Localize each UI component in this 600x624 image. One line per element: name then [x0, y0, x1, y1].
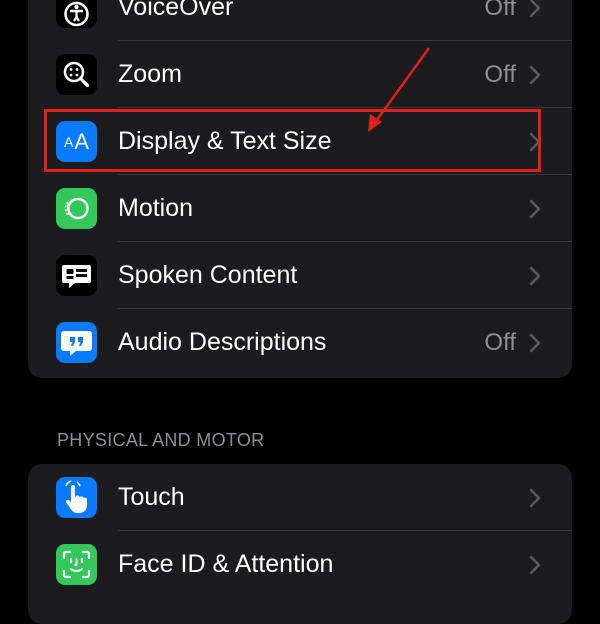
face-id-icon: [56, 544, 97, 585]
zoom-row[interactable]: Zoom Off: [28, 41, 572, 108]
voiceover-icon: [56, 0, 97, 28]
physical-motor-settings-group: Touch Face ID & Attention: [28, 464, 572, 624]
zoom-value: Off: [484, 61, 516, 88]
chevron-right-icon: [529, 132, 541, 152]
zoom-label: Zoom: [118, 60, 182, 88]
spoken-content-label: Spoken Content: [118, 261, 298, 289]
chevron-right-icon: [529, 333, 541, 353]
voiceover-value: Off: [484, 0, 516, 21]
zoom-icon: [56, 54, 97, 95]
touch-icon: [56, 477, 97, 518]
face-id-attention-row[interactable]: Face ID & Attention: [28, 531, 572, 598]
display-text-size-icon: AA: [56, 121, 97, 162]
chevron-right-icon: [529, 0, 541, 18]
chevron-right-icon: [529, 488, 541, 508]
audio-descriptions-row[interactable]: Audio Descriptions Off: [28, 309, 572, 376]
display-text-size-row[interactable]: AA Display & Text Size: [28, 108, 572, 175]
vision-settings-group: VoiceOver Off Zoom Off AA Display & Text…: [28, 0, 572, 378]
audio-descriptions-icon: [56, 322, 97, 363]
chevron-right-icon: [529, 65, 541, 85]
chevron-right-icon: [529, 199, 541, 219]
motion-icon: [56, 188, 97, 229]
chevron-right-icon: [529, 266, 541, 286]
touch-label: Touch: [118, 483, 185, 511]
face-id-attention-label: Face ID & Attention: [118, 550, 334, 578]
audio-descriptions-label: Audio Descriptions: [118, 328, 327, 356]
motion-row[interactable]: Motion: [28, 175, 572, 242]
voiceover-row[interactable]: VoiceOver Off: [28, 0, 572, 41]
spoken-content-row[interactable]: Spoken Content: [28, 242, 572, 309]
motion-label: Motion: [118, 194, 194, 222]
spoken-content-icon: [56, 255, 97, 296]
chevron-right-icon: [529, 555, 541, 575]
physical-and-motor-header: PHYSICAL AND MOTOR: [57, 430, 265, 450]
touch-row[interactable]: Touch: [28, 464, 572, 531]
display-text-size-label: Display & Text Size: [118, 127, 332, 155]
voiceover-label: VoiceOver: [118, 0, 234, 21]
audio-descriptions-value: Off: [484, 329, 516, 356]
